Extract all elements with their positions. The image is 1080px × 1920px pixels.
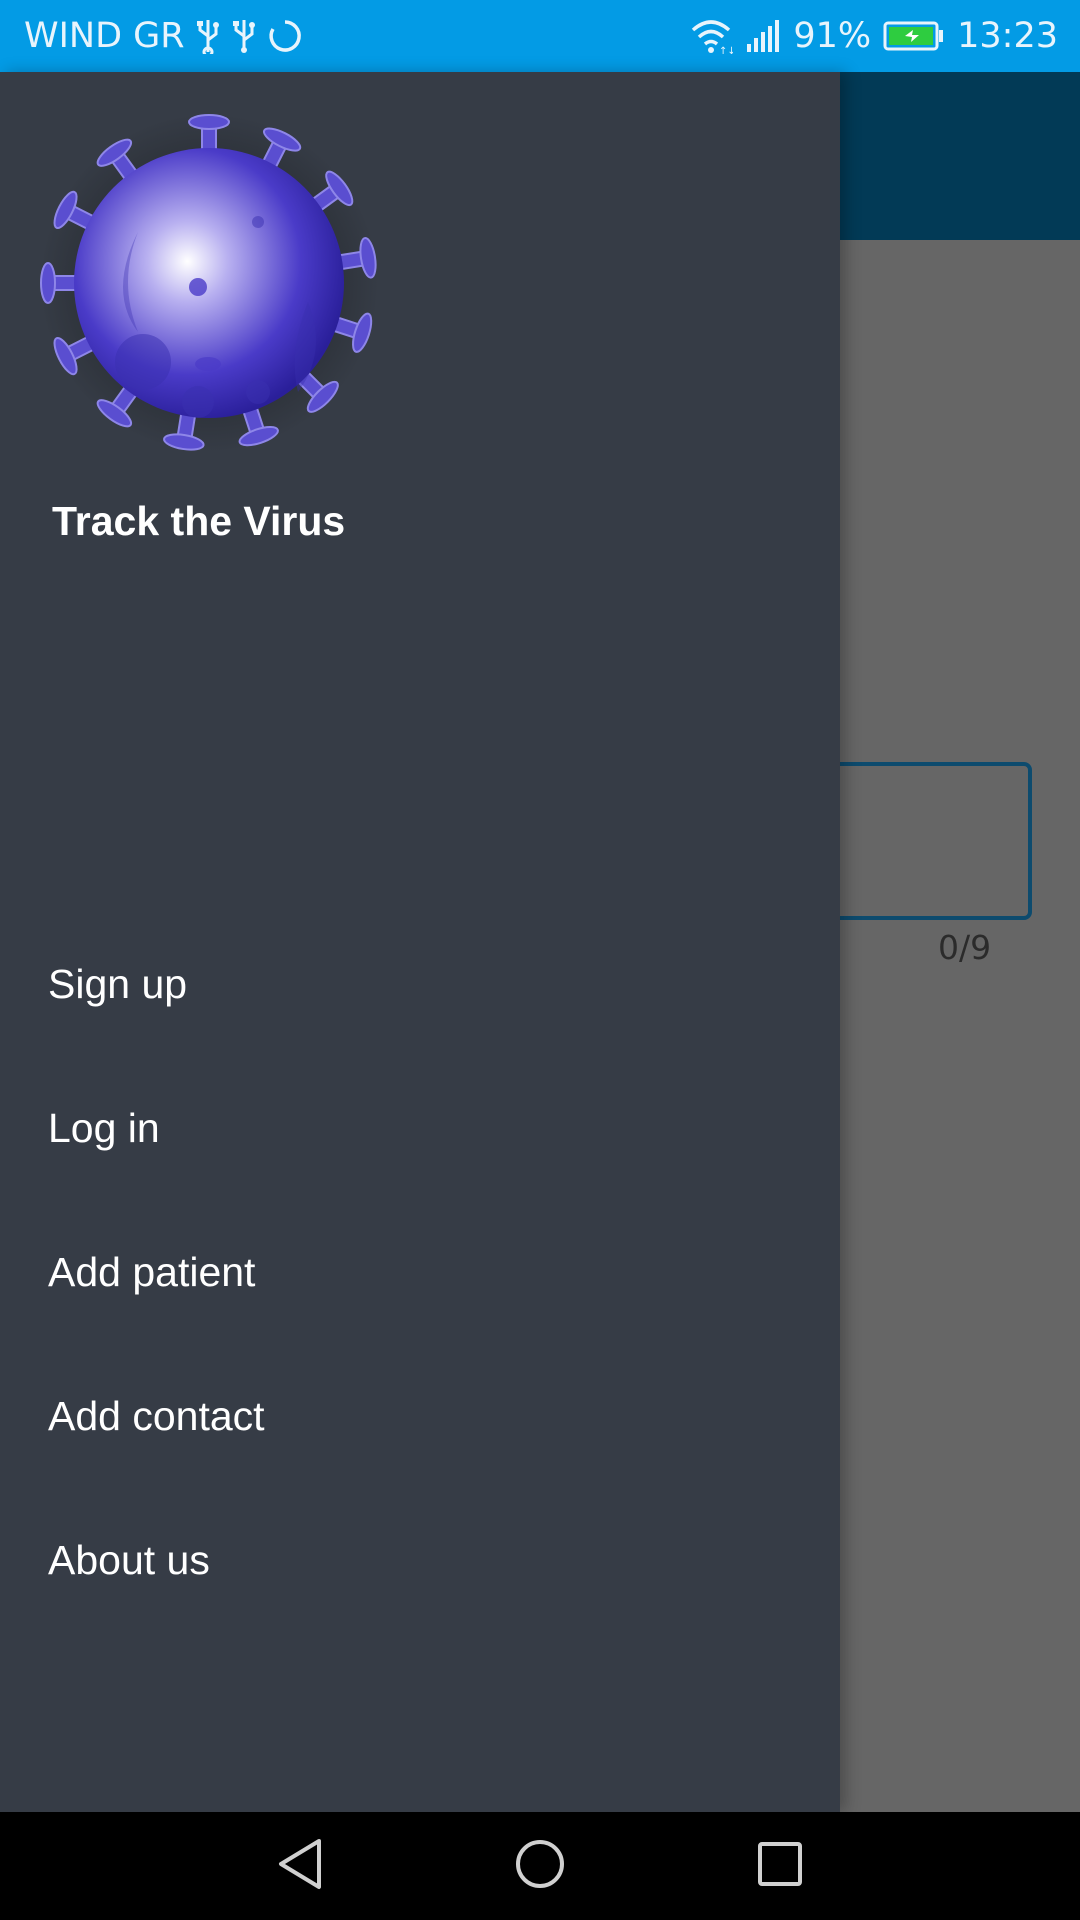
back-icon [275, 1837, 325, 1896]
menu-item-about-us[interactable]: About us [0, 1488, 840, 1632]
menu-item-log-in[interactable]: Log in [0, 1056, 840, 1200]
usb-icon [195, 18, 221, 54]
menu-item-label: About us [48, 1536, 210, 1583]
recents-button[interactable] [660, 1812, 900, 1920]
home-button[interactable] [420, 1812, 660, 1920]
sync-icon [267, 18, 303, 54]
menu-item-label: Log in [48, 1104, 160, 1151]
carrier-name: WIND GR [24, 16, 185, 56]
signal-icon [745, 18, 781, 54]
svg-text:↑↓: ↑↓ [719, 46, 733, 54]
menu-item-label: Sign up [48, 960, 188, 1007]
recents-icon [756, 1840, 804, 1893]
home-icon [514, 1838, 566, 1895]
virus-logo-icon [28, 102, 390, 464]
navigation-bar [0, 1812, 1080, 1920]
menu-item-label: Add patient [48, 1248, 256, 1295]
app-title: Track the Virus [52, 498, 346, 544]
back-button[interactable] [180, 1812, 420, 1920]
battery-percent: 91% [793, 16, 872, 56]
usb-icon [231, 18, 257, 54]
battery-charging-icon [883, 20, 945, 52]
character-counter: 0/9 [938, 928, 992, 967]
menu-item-add-contact[interactable]: Add contact [0, 1344, 840, 1488]
status-bar: WIND GR ↑↓ 91% 13:23 [0, 0, 1080, 72]
menu-item-add-patient[interactable]: Add patient [0, 1200, 840, 1344]
menu-item-sign-up[interactable]: Sign up [0, 912, 840, 1056]
navigation-drawer: Track the Virus Sign up Log in Add patie… [0, 72, 840, 1812]
drawer-menu: Sign up Log in Add patient Add contact A… [0, 912, 840, 1632]
wifi-icon: ↑↓ [689, 18, 733, 54]
clock-time: 13:23 [957, 16, 1058, 56]
menu-item-label: Add contact [48, 1392, 265, 1439]
